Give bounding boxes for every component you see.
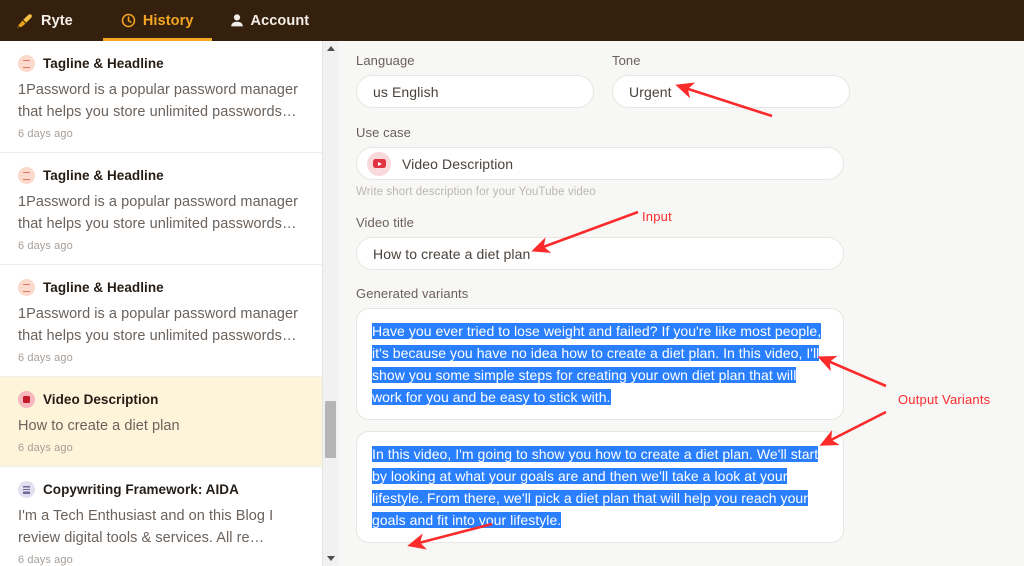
pen-brush-icon — [16, 13, 34, 29]
scroll-down-arrow-icon[interactable] — [323, 551, 338, 566]
tagline-icon — [18, 279, 35, 296]
video-title-value: How to create a diet plan — [373, 246, 530, 262]
history-item-header: Tagline & Headline — [18, 55, 302, 72]
user-icon — [230, 13, 244, 28]
language-tone-row: Language us English Tone Urgent — [356, 53, 1024, 108]
history-item-title: Tagline & Headline — [43, 56, 164, 71]
sidebar-scrollbar[interactable] — [322, 41, 338, 566]
use-case-value: Video Description — [402, 156, 513, 172]
language-label: Language — [356, 53, 594, 68]
brand-label: Ryte — [41, 13, 73, 29]
variant-text-1: In this video, I'm going to show you how… — [372, 443, 829, 531]
scrollbar-thumb[interactable] — [325, 401, 336, 458]
brand-logo[interactable]: Ryte — [0, 0, 103, 41]
history-item-description: 1Password is a popular password manager … — [18, 303, 302, 347]
history-item-title: Copywriting Framework: AIDA — [43, 482, 239, 497]
history-item-timestamp: 6 days ago — [18, 128, 302, 140]
video-description-icon — [18, 391, 35, 408]
history-item-timestamp: 6 days ago — [18, 442, 302, 454]
tone-value: Urgent — [629, 84, 672, 100]
detail-panel: Language us English Tone Urgent Use case… — [338, 41, 1024, 566]
tagline-icon — [18, 55, 35, 72]
top-navigation-bar: Ryte History Account — [0, 0, 1024, 41]
history-item-4[interactable]: Copywriting Framework: AIDA I'm a Tech E… — [0, 467, 322, 566]
history-item-header: Copywriting Framework: AIDA — [18, 481, 302, 498]
youtube-icon — [367, 152, 391, 176]
video-title-field: Video title How to create a diet plan — [356, 215, 1024, 270]
history-item-timestamp: 6 days ago — [18, 352, 302, 364]
generated-variants-section: Generated variants Have you ever tried t… — [356, 286, 1024, 543]
history-item-title: Tagline & Headline — [43, 168, 164, 183]
video-title-input[interactable]: How to create a diet plan — [356, 237, 844, 270]
use-case-hint: Write short description for your YouTube… — [356, 186, 1024, 198]
use-case-input[interactable]: Video Description — [356, 147, 844, 180]
language-input[interactable]: us English — [356, 75, 594, 108]
nav-tab-account-label: Account — [251, 13, 310, 29]
tone-field: Tone Urgent — [612, 53, 850, 108]
scroll-up-arrow-icon[interactable] — [323, 41, 338, 56]
history-item-description: How to create a diet plan — [18, 415, 302, 437]
history-item-description: I'm a Tech Enthusiast and on this Blog I… — [18, 505, 302, 549]
history-item-title: Video Description — [43, 392, 158, 407]
history-item-description: 1Password is a popular password manager … — [18, 191, 302, 235]
spacer — [356, 108, 1024, 125]
tone-input[interactable]: Urgent — [612, 75, 850, 108]
nav-tab-account[interactable]: Account — [212, 0, 328, 41]
history-item-timestamp: 6 days ago — [18, 240, 302, 252]
history-item-0[interactable]: Tagline & Headline 1Password is a popula… — [0, 41, 322, 153]
tagline-icon — [18, 167, 35, 184]
history-item-3[interactable]: Video Description How to create a diet p… — [0, 377, 322, 467]
spacer — [356, 270, 1024, 286]
history-item-2[interactable]: Tagline & Headline 1Password is a popula… — [0, 265, 322, 377]
variant-text-0: Have you ever tried to lose weight and f… — [372, 320, 829, 408]
nav-tab-history-label: History — [143, 13, 194, 29]
history-item-header: Tagline & Headline — [18, 167, 302, 184]
history-item-title: Tagline & Headline — [43, 280, 164, 295]
use-case-label: Use case — [356, 125, 1024, 140]
history-item-timestamp: 6 days ago — [18, 554, 302, 566]
history-item-header: Video Description — [18, 391, 302, 408]
history-item-1[interactable]: Tagline & Headline 1Password is a popula… — [0, 153, 322, 265]
variant-card-1[interactable]: In this video, I'm going to show you how… — [356, 431, 844, 543]
spacer — [356, 554, 1024, 566]
document-icon — [18, 481, 35, 498]
language-field: Language us English — [356, 53, 594, 108]
history-item-description: 1Password is a popular password manager … — [18, 79, 302, 123]
video-title-label: Video title — [356, 215, 1024, 230]
history-sidebar[interactable]: Tagline & Headline 1Password is a popula… — [0, 41, 322, 566]
use-case-field: Use case Video Description Write short d… — [356, 125, 1024, 198]
variant-text-1-selection: In this video, I'm going to show you how… — [372, 446, 818, 528]
generated-variants-label: Generated variants — [356, 286, 1024, 301]
history-item-header: Tagline & Headline — [18, 279, 302, 296]
variant-card-0[interactable]: Have you ever tried to lose weight and f… — [356, 308, 844, 420]
spacer — [356, 198, 1024, 215]
language-value: us English — [373, 84, 439, 100]
clock-icon — [121, 13, 136, 28]
nav-tab-history[interactable]: History — [103, 0, 212, 41]
variant-text-0-selection: Have you ever tried to lose weight and f… — [372, 323, 821, 405]
tone-label: Tone — [612, 53, 850, 68]
